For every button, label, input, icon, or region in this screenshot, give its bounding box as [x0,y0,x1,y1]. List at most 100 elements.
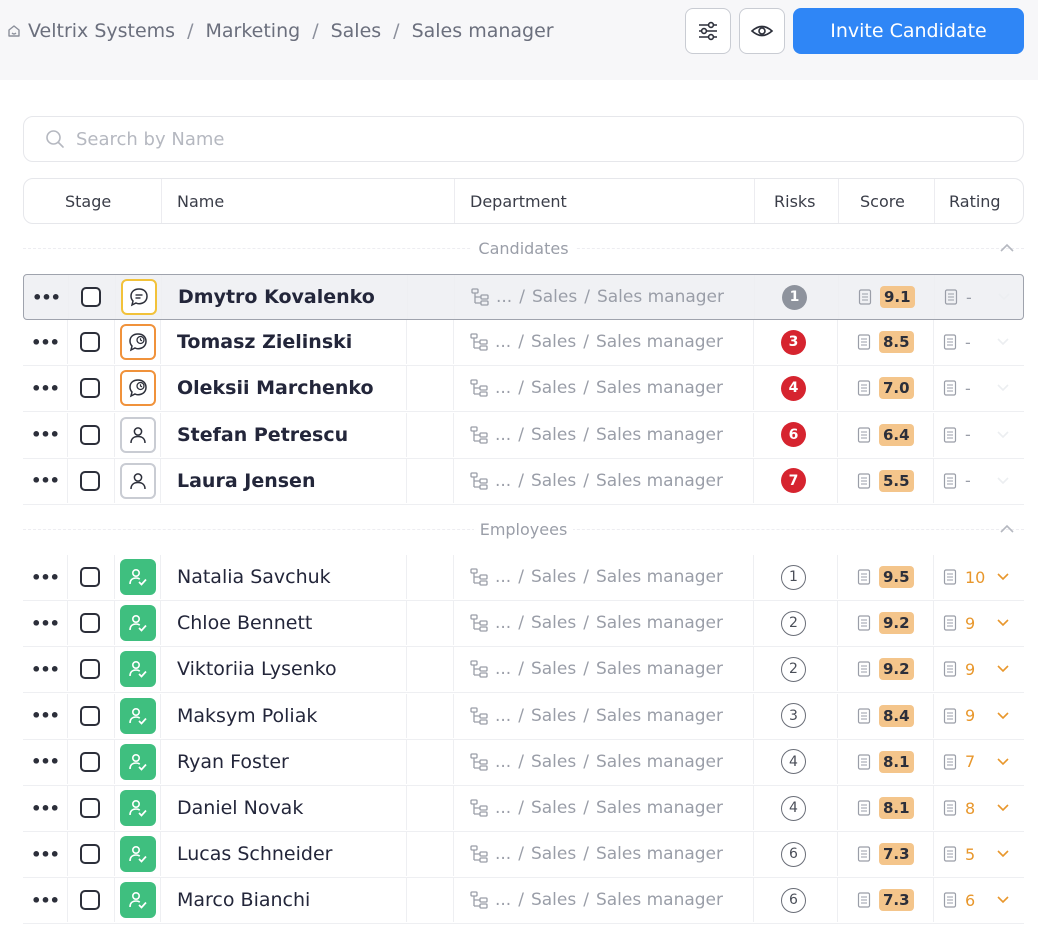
breadcrumb-item-sales-manager[interactable]: Sales manager [412,20,554,42]
chevron-down-icon[interactable] [995,429,1011,441]
risk-cell[interactable]: 2 [781,601,806,645]
row-menu-icon[interactable]: ••• [31,740,60,784]
risk-count-badge[interactable]: 6 [781,841,806,867]
stage-badge[interactable] [120,790,156,826]
stage-badge[interactable] [120,651,156,688]
chevron-down-icon[interactable] [995,894,1011,906]
table-row[interactable]: ••• Viktoriia Lysenko ... / Sales / Sale… [23,647,1024,694]
risk-count-badge[interactable]: 2 [781,656,806,682]
stage-cell[interactable] [120,647,156,691]
score-cell[interactable]: 8.1 [857,786,914,830]
rating-cell[interactable]: 10 [943,555,1009,599]
rating-cell[interactable]: 9 [943,601,1009,645]
row-checkbox[interactable] [80,601,100,645]
risk-count-badge[interactable]: 4 [781,375,806,401]
score-cell[interactable]: 8.5 [857,320,914,364]
stage-badge[interactable] [120,743,156,780]
risk-cell[interactable]: 4 [781,366,806,410]
column-header-rating[interactable]: Rating [949,179,1001,223]
rating-cell[interactable]: 9 [943,647,1009,691]
chevron-down-icon[interactable] [995,475,1011,487]
table-row[interactable]: ••• Maksym Poliak ... / Sales / Sales ma… [23,693,1024,740]
stage-cell[interactable] [120,555,156,599]
stage-badge[interactable] [120,370,156,407]
candidate-name[interactable]: Oleksii Marchenko [177,366,374,410]
row-checkbox[interactable] [80,320,100,364]
stage-cell[interactable] [120,786,156,830]
chevron-down-icon[interactable] [996,291,1012,303]
candidate-name[interactable]: Stefan Petrescu [177,413,348,457]
rating-cell[interactable]: - [943,413,1009,457]
breadcrumb-item-sales[interactable]: Sales [331,20,382,42]
stage-cell[interactable] [120,601,156,645]
score-cell[interactable]: 7.0 [857,366,914,410]
column-header-stage[interactable]: Stage [65,179,111,223]
row-menu-icon[interactable]: ••• [31,786,60,830]
stage-badge[interactable] [120,559,156,595]
row-menu-icon[interactable]: ••• [31,601,60,645]
rating-cell[interactable]: 9 [943,694,1009,738]
chevron-down-icon[interactable] [995,756,1011,768]
row-checkbox[interactable] [80,555,100,599]
stage-cell[interactable] [120,320,156,364]
stage-cell[interactable] [120,413,156,457]
table-row[interactable]: ••• Tomasz Zielinski ... / Sales / Sales… [23,320,1024,367]
row-menu-icon[interactable]: ••• [31,647,60,691]
row-menu-icon[interactable]: ••• [31,555,60,599]
table-row[interactable]: ••• Chloe Bennett ... / Sales / Sales ma… [23,601,1024,648]
table-row[interactable]: ••• Oleksii Marchenko ... / Sales / Sale… [23,366,1024,413]
table-row[interactable]: ••• Natalia Savchuk ... / Sales / Sales … [23,555,1024,601]
score-cell[interactable]: 6.4 [857,413,914,457]
stage-cell[interactable] [120,740,156,784]
score-cell[interactable]: 9.1 [858,275,915,319]
score-cell[interactable]: 8.4 [857,694,914,738]
rating-cell[interactable]: 7 [943,740,1009,784]
risk-cell[interactable]: 4 [781,786,806,830]
chevron-up-icon[interactable] [998,520,1016,538]
stage-badge[interactable] [120,697,156,734]
risk-count-badge[interactable]: 4 [781,749,806,775]
stage-cell[interactable] [120,459,156,503]
row-menu-icon[interactable]: ••• [31,320,60,364]
column-header-score[interactable]: Score [860,179,905,223]
stage-cell[interactable] [120,832,156,876]
invite-candidate-button[interactable]: Invite Candidate [793,8,1024,54]
candidate-name[interactable]: Dmytro Kovalenko [178,275,375,319]
risk-count-badge[interactable]: 2 [781,610,806,636]
risk-count-badge[interactable]: 6 [781,422,806,448]
risk-cell[interactable]: 1 [782,275,807,319]
risk-cell[interactable]: 3 [781,320,806,364]
table-row[interactable]: ••• Lucas Schneider ... / Sales / Sales … [23,832,1024,879]
row-checkbox[interactable] [80,694,100,738]
row-menu-icon[interactable]: ••• [31,413,60,457]
row-checkbox[interactable] [80,647,100,691]
row-menu-icon[interactable]: ••• [31,459,60,503]
candidate-name[interactable]: Daniel Novak [177,786,303,830]
search-input[interactable] [76,128,676,150]
risk-cell[interactable]: 2 [781,647,806,691]
chevron-down-icon[interactable] [995,663,1011,675]
stage-cell[interactable] [120,366,156,410]
score-cell[interactable]: 9.2 [857,601,914,645]
stage-badge[interactable] [120,836,156,873]
rating-cell[interactable]: - [943,366,1009,410]
row-checkbox[interactable] [80,786,100,830]
row-menu-icon[interactable]: ••• [31,832,60,876]
chevron-down-icon[interactable] [995,848,1011,860]
table-row[interactable]: ••• Stefan Petrescu ... / Sales / Sales … [23,412,1024,459]
risk-count-badge[interactable]: 1 [781,564,806,590]
row-checkbox[interactable] [80,413,100,457]
score-cell[interactable]: 9.2 [857,647,914,691]
chevron-down-icon[interactable] [995,710,1011,722]
score-cell[interactable]: 7.3 [857,832,914,876]
candidate-name[interactable]: Viktoriia Lysenko [177,647,337,691]
chevron-down-icon[interactable] [995,571,1011,583]
breadcrumb-item-marketing[interactable]: Marketing [205,20,300,42]
candidate-name[interactable]: Maksym Poliak [177,694,317,738]
stage-cell[interactable] [120,878,156,922]
stage-badge[interactable] [120,462,156,499]
rating-cell[interactable]: 8 [943,786,1009,830]
risk-count-badge[interactable]: 3 [781,329,806,355]
row-checkbox[interactable] [80,740,100,784]
row-menu-icon[interactable]: ••• [31,878,60,922]
